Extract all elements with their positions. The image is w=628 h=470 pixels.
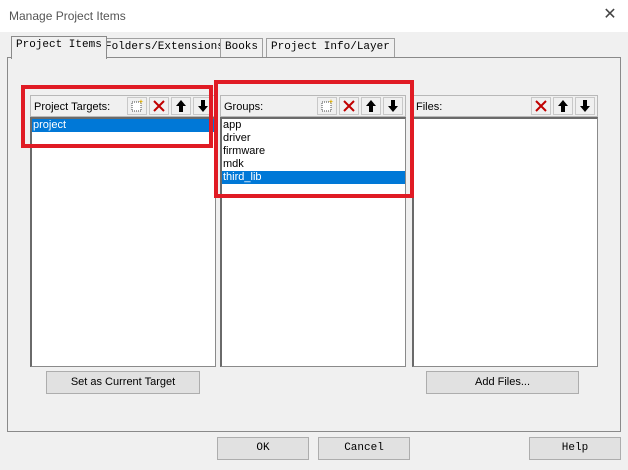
files-label: Files: — [416, 101, 443, 113]
project-targets-pane: Project Targets: project — [30, 95, 216, 367]
help-button[interactable]: Help — [529, 437, 621, 460]
move-down-icon — [580, 100, 590, 112]
delete-icon — [343, 100, 355, 112]
new-icon — [321, 99, 334, 112]
move-target-down-button[interactable] — [193, 97, 213, 115]
window-title: Manage Project Items — [9, 9, 126, 23]
files-header: Files: — [412, 95, 598, 117]
set-current-target-button[interactable]: Set as Current Target — [46, 371, 200, 394]
list-item[interactable]: mdk — [222, 158, 405, 171]
title-bar: Manage Project Items ✕ — [0, 0, 628, 32]
tab-project-info-layer[interactable]: Project Info/Layer — [266, 38, 395, 57]
list-item[interactable]: project — [32, 119, 215, 132]
cancel-button[interactable]: Cancel — [318, 437, 410, 460]
move-file-up-button[interactable] — [553, 97, 573, 115]
list-item[interactable]: app — [222, 119, 405, 132]
move-down-icon — [388, 100, 398, 112]
delete-icon — [535, 100, 547, 112]
groups-list[interactable]: app driver firmware mdk third_lib — [220, 117, 406, 367]
delete-group-button[interactable] — [339, 97, 359, 115]
groups-label: Groups: — [224, 101, 264, 113]
project-targets-header: Project Targets: — [30, 95, 216, 117]
files-pane: Files: — [412, 95, 598, 367]
delete-icon — [153, 100, 165, 112]
add-files-button[interactable]: Add Files... — [426, 371, 579, 394]
tab-folders-extensions[interactable]: Folders/Extensions — [100, 38, 229, 57]
new-icon — [131, 99, 144, 112]
list-item[interactable]: firmware — [222, 145, 405, 158]
move-down-icon — [198, 100, 208, 112]
list-item[interactable]: driver — [222, 132, 405, 145]
project-targets-label: Project Targets: — [34, 101, 111, 113]
delete-target-button[interactable] — [149, 97, 169, 115]
ok-button[interactable]: OK — [217, 437, 309, 460]
move-up-icon — [558, 100, 568, 112]
tab-books[interactable]: Books — [220, 38, 264, 57]
move-up-icon — [176, 100, 186, 112]
close-icon[interactable]: ✕ — [602, 6, 618, 24]
move-up-icon — [366, 100, 376, 112]
files-list[interactable] — [412, 117, 598, 367]
delete-file-button[interactable] — [531, 97, 551, 115]
list-item[interactable]: third_lib — [222, 171, 405, 184]
move-group-up-button[interactable] — [361, 97, 381, 115]
tab-project-items[interactable]: Project Items — [11, 36, 107, 59]
new-target-button[interactable] — [127, 97, 147, 115]
groups-header: Groups: — [220, 95, 406, 117]
move-target-up-button[interactable] — [171, 97, 191, 115]
project-targets-list[interactable]: project — [30, 117, 216, 367]
new-group-button[interactable] — [317, 97, 337, 115]
groups-pane: Groups: app driver firmware mdk third_li… — [220, 95, 406, 367]
move-group-down-button[interactable] — [383, 97, 403, 115]
move-file-down-button[interactable] — [575, 97, 595, 115]
